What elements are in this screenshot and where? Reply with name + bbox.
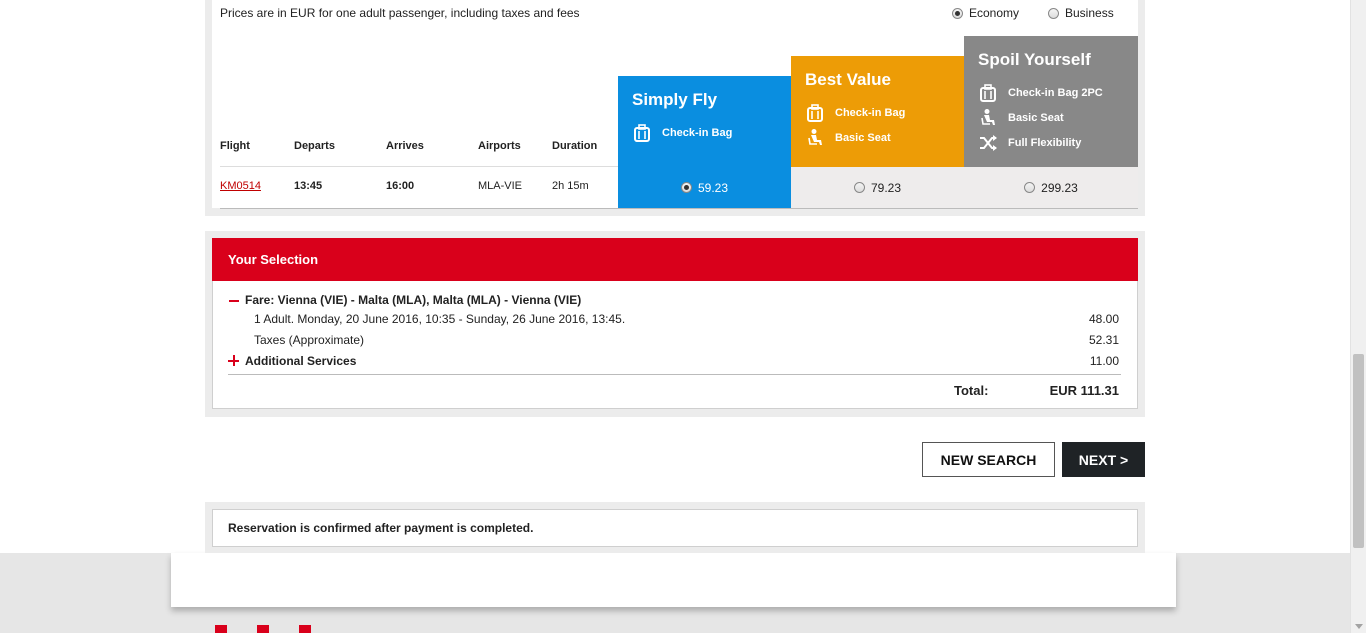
- taxes-label: Taxes (Approximate): [254, 333, 365, 347]
- arrives-time: 16:00: [386, 180, 415, 192]
- fare-feature-label: Full Flexibility: [1008, 136, 1082, 149]
- luggage-icon: [980, 83, 996, 102]
- fare-feature: Full Flexibility: [978, 130, 1124, 155]
- footer-link-peek[interactable]: [215, 625, 227, 633]
- fare-name: Spoil Yourself: [978, 50, 1091, 69]
- fare-detail: 1 Adult. Monday, 20 June 2016, 10:35 - S…: [254, 312, 626, 326]
- header-flight: Flight: [220, 140, 250, 152]
- row-divider: [220, 208, 1138, 209]
- your-selection-panel: Your Selection Fare: Vienna (VIE) - Malt…: [205, 231, 1145, 417]
- fare-simply-fly-card[interactable]: Simply Fly Check-in Bag: [618, 76, 791, 167]
- total-amount: EUR 111.31: [1049, 383, 1119, 398]
- fare-feature-label: Check-in Bag: [662, 126, 733, 139]
- fare-simply-fly-radio[interactable]: [680, 182, 692, 193]
- fare-route-label[interactable]: Fare: Vienna (VIE) - Malta (MLA), Malta …: [245, 293, 581, 307]
- header-arrives: Arrives: [386, 140, 424, 152]
- economy-label: Economy: [969, 6, 1020, 20]
- fare-best-value-radio[interactable]: [853, 182, 865, 193]
- seat-icon: [981, 108, 995, 125]
- fare-best-value-price: 79.23: [870, 180, 902, 195]
- fare-best-value-card[interactable]: Best Value Check-in Bag Basic Seat: [791, 56, 964, 167]
- expand-plus-icon[interactable]: [228, 355, 239, 366]
- business-label: Business: [1065, 6, 1114, 20]
- fare-name: Best Value: [805, 70, 891, 89]
- fare-feature: Basic Seat: [805, 125, 950, 150]
- business-radio[interactable]: [1048, 7, 1059, 19]
- seat-icon: [808, 128, 822, 145]
- vertical-scrollbar[interactable]: [1350, 0, 1366, 633]
- fare-feature-label: Basic Seat: [835, 131, 891, 144]
- content-card-bottom: [171, 553, 1176, 607]
- fare-feature: Check-in Bag: [632, 120, 777, 145]
- economy-radio[interactable]: [952, 7, 963, 19]
- fare-spoil-yourself-price-cell[interactable]: 299.23: [964, 167, 1138, 208]
- prices-note: Prices are in EUR for one adult passenge…: [220, 6, 580, 20]
- scrollbar-thumb[interactable]: [1353, 354, 1364, 548]
- departs-time: 13:45: [294, 180, 323, 192]
- collapse-minus-icon[interactable]: [229, 300, 239, 302]
- fare-best-value-price-cell[interactable]: 79.23: [791, 167, 964, 208]
- flight-number-link[interactable]: KM0514: [220, 180, 261, 192]
- header-departs: Departs: [294, 140, 335, 152]
- additional-services-label[interactable]: Additional Services: [245, 354, 356, 368]
- fare-amount: 48.00: [1088, 312, 1119, 326]
- fare-feature: Check-in Bag 2PC: [978, 80, 1124, 105]
- header-airports: Airports: [478, 140, 521, 152]
- fare-spoil-yourself-radio[interactable]: [1024, 182, 1036, 193]
- luggage-icon: [807, 103, 823, 122]
- footer-link-icon: [299, 625, 311, 633]
- header-divider: [220, 166, 625, 167]
- selection-title: Your Selection: [212, 238, 1138, 281]
- header-duration: Duration: [552, 140, 598, 152]
- footer-link-icon: [215, 625, 227, 633]
- fare-simply-fly-price: 59.23: [697, 180, 729, 195]
- notice-panel: Reservation is confirmed after payment i…: [205, 502, 1145, 553]
- fare-selection-panel: Prices are in EUR for one adult passenge…: [205, 0, 1145, 216]
- fare-feature-label: Check-in Bag 2PC: [1008, 86, 1103, 99]
- cabin-business-option[interactable]: Business: [1048, 6, 1114, 20]
- cabin-economy-option[interactable]: Economy: [952, 6, 1019, 20]
- selection-body: Fare: Vienna (VIE) - Malta (MLA), Malta …: [212, 281, 1138, 409]
- total-label: Total:: [954, 383, 989, 398]
- fare-simply-fly-price-cell[interactable]: 59.23: [618, 167, 791, 208]
- duration-value: 2h 15m: [552, 180, 589, 192]
- fare-table: Prices are in EUR for one adult passenge…: [212, 0, 1138, 209]
- fare-spoil-yourself-price: 299.23: [1041, 180, 1078, 195]
- taxes-amount: 52.31: [1088, 333, 1119, 347]
- additional-services-amount: 11.00: [1089, 354, 1119, 368]
- fare-feature-label: Basic Seat: [1008, 111, 1064, 124]
- fare-name: Simply Fly: [632, 90, 718, 109]
- new-search-button[interactable]: NEW SEARCH: [922, 442, 1055, 477]
- total-divider: [228, 374, 1121, 375]
- next-button[interactable]: NEXT >: [1062, 442, 1145, 477]
- reservation-notice: Reservation is confirmed after payment i…: [212, 509, 1138, 547]
- footer-link-peek[interactable]: [299, 625, 311, 633]
- footer-link-icon: [257, 625, 269, 633]
- luggage-icon: [634, 123, 650, 142]
- fare-feature: Basic Seat: [978, 105, 1124, 130]
- fare-feature-label: Check-in Bag: [835, 106, 906, 119]
- fare-feature: Check-in Bag: [805, 100, 950, 125]
- airports-value: MLA-VIE: [478, 180, 523, 192]
- fare-spoil-yourself-card[interactable]: Spoil Yourself Check-in Bag 2PC Basic Se…: [964, 36, 1138, 167]
- footer-link-peek[interactable]: [257, 625, 269, 633]
- footer-links-peek: [215, 625, 311, 633]
- shuffle-icon: [980, 134, 997, 151]
- scroll-down-arrow-icon[interactable]: [1355, 624, 1363, 629]
